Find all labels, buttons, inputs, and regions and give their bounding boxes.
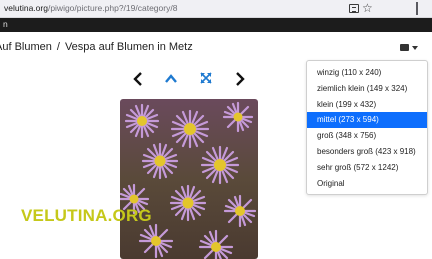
breadcrumb: Auf Blumen / Vespa auf Blumen in Metz — [0, 41, 193, 53]
size-option-klein[interactable]: klein (199 x 432) — [307, 97, 427, 113]
page-title: Vespa auf Blumen in Metz — [64, 41, 193, 53]
up-button[interactable] — [164, 71, 178, 87]
expand-arrows-icon — [200, 72, 212, 84]
size-option-gross[interactable]: groß (348 x 756) — [307, 128, 427, 144]
browser-url-bar[interactable]: velutina.org/piwigo/picture.php?/19/cate… — [0, 0, 432, 18]
chevron-up-icon — [165, 74, 177, 83]
size-option-ziemlich-klein[interactable]: ziemlich klein (149 x 324) — [307, 81, 427, 97]
next-button[interactable] — [234, 71, 246, 87]
image-icon — [400, 44, 409, 51]
breadcrumb-separator: / — [56, 41, 60, 53]
size-option-sehr-gross[interactable]: sehr groß (572 x 1242) — [307, 160, 427, 176]
breadcrumb-parent-link[interactable]: Auf Blumen — [0, 41, 52, 53]
site-top-bar-text: n — [3, 19, 8, 29]
chevron-left-icon — [133, 72, 142, 86]
reader-view-icon[interactable] — [349, 4, 359, 13]
chevron-right-icon — [236, 72, 245, 86]
main-picture[interactable] — [120, 99, 258, 259]
site-top-bar: n — [0, 18, 432, 32]
toolbar-separator — [416, 2, 418, 15]
size-option-besonders-gross[interactable]: besonders groß (423 x 918) — [307, 144, 427, 160]
size-option-winzig[interactable]: winzig (110 x 240) — [307, 65, 427, 81]
photo-sizes-button[interactable] — [400, 42, 420, 54]
caret-down-icon — [412, 46, 418, 50]
bookmark-star-icon[interactable]: ☆ — [362, 1, 373, 15]
watermark-text: VELUTINA.ORG — [21, 206, 152, 225]
size-dropdown-menu: winzig (110 x 240) ziemlich klein (149 x… — [306, 60, 428, 195]
previous-button[interactable] — [132, 71, 144, 87]
size-option-mittel[interactable]: mittel (273 x 594) — [307, 112, 427, 128]
url-text[interactable]: velutina.org/piwigo/picture.php?/19/cate… — [4, 3, 177, 13]
size-option-original[interactable]: Original — [307, 176, 427, 192]
aster-flowers-photo — [120, 99, 258, 259]
fullscreen-button[interactable] — [199, 71, 213, 87]
